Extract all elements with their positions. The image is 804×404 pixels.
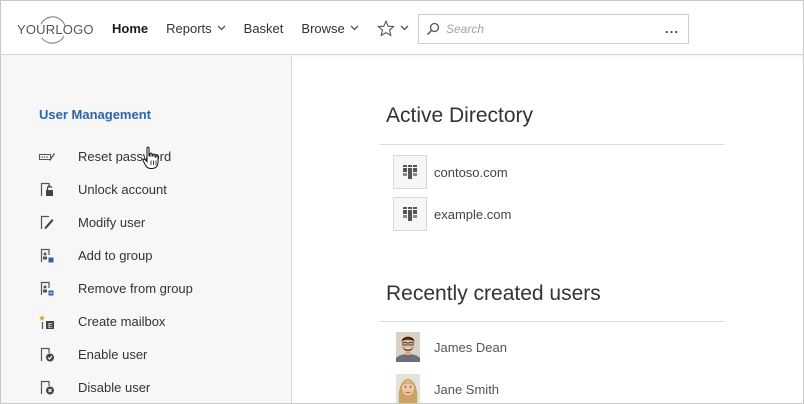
domain-icon xyxy=(393,197,427,231)
remove-from-group-icon xyxy=(39,281,55,297)
domain-label: contoso.com xyxy=(434,164,508,180)
favorites-menu[interactable] xyxy=(376,19,409,37)
user-item-jane-smith[interactable]: Jane Smith xyxy=(396,374,500,403)
nav-reports-label: Reports xyxy=(166,20,212,36)
domain-item-contoso[interactable]: contoso.com xyxy=(393,155,508,189)
sidebar-item-label: Enable user xyxy=(78,347,148,362)
sidebar-item-remove-from-group[interactable]: Remove from group xyxy=(39,272,193,305)
sidebar-item-create-mailbox[interactable]: E Create mailbox xyxy=(39,305,193,338)
add-to-group-icon xyxy=(39,248,55,264)
avatar xyxy=(396,374,420,403)
user-name: Jane Smith xyxy=(434,381,500,397)
nav-home[interactable]: Home xyxy=(112,21,148,36)
nav-home-label: Home xyxy=(112,20,149,36)
nav-reports[interactable]: Reports xyxy=(166,21,226,36)
disable-user-icon xyxy=(39,380,55,396)
logo-text: YOURLOGO xyxy=(17,22,94,37)
hand-cursor-icon xyxy=(142,146,159,169)
reset-password-icon xyxy=(39,149,55,165)
sidebar-item-label: Remove from group xyxy=(78,281,193,296)
user-name: James Dean xyxy=(434,339,507,355)
app-window: YOURLOGO Home Reports Basket Browse Sear… xyxy=(0,0,804,404)
nav-basket-label: Basket xyxy=(243,20,284,36)
star-icon xyxy=(376,19,395,37)
create-mailbox-icon: E xyxy=(39,314,55,330)
domain-item-example[interactable]: example.com xyxy=(393,197,511,231)
svg-text:E: E xyxy=(48,323,53,330)
nav-basket[interactable]: Basket xyxy=(244,21,284,36)
chevron-down-icon xyxy=(350,25,359,31)
domain-icon xyxy=(393,155,427,189)
search-box[interactable]: ... xyxy=(418,14,689,44)
search-icon xyxy=(426,22,440,36)
search-input[interactable] xyxy=(446,22,656,36)
sidebar-item-label: Create mailbox xyxy=(78,314,166,329)
sidebar-item-label: Modify user xyxy=(78,215,146,230)
sidebar-item-unlock-account[interactable]: Unlock account xyxy=(39,173,193,206)
sidebar-title: User Management xyxy=(39,107,151,122)
chevron-down-icon xyxy=(400,25,409,31)
sidebar-item-label: Unlock account xyxy=(78,182,167,197)
sidebar-item-label: Add to group xyxy=(78,248,153,263)
sidebar-item-enable-user[interactable]: Enable user xyxy=(39,338,193,371)
main-nav: Home Reports Basket Browse xyxy=(112,1,409,55)
divider xyxy=(379,321,725,322)
avatar xyxy=(396,332,420,362)
nav-browse[interactable]: Browse xyxy=(301,20,359,36)
unlock-account-icon xyxy=(39,182,55,198)
sidebar-item-add-to-group[interactable]: Add to group xyxy=(39,239,193,272)
active-directory-title: Active Directory xyxy=(386,104,534,127)
sidebar-action-list: Reset password Unlock account Modify use… xyxy=(39,140,193,403)
top-header: YOURLOGO Home Reports Basket Browse Sear… xyxy=(1,1,803,55)
sidebar-item-label: Disable user xyxy=(78,380,151,395)
sidebar-item-disable-user[interactable]: Disable user xyxy=(39,371,193,403)
sidebar: User Management Reset password Unlock ac… xyxy=(1,56,292,403)
user-item-james-dean[interactable]: James Dean xyxy=(396,332,507,362)
enable-user-icon xyxy=(39,347,55,363)
chevron-down-icon xyxy=(217,25,226,31)
nav-browse-label: Browse xyxy=(301,20,345,36)
modify-user-icon xyxy=(39,215,55,231)
main-content: Active Directory contoso.com example.com… xyxy=(293,56,803,403)
sidebar-item-reset-password[interactable]: Reset password xyxy=(39,140,193,173)
domain-label: example.com xyxy=(434,206,512,222)
divider xyxy=(379,144,725,145)
recent-users-title: Recently created users xyxy=(386,282,601,305)
search-options-button[interactable]: ... xyxy=(665,21,679,36)
logo[interactable]: YOURLOGO xyxy=(17,15,94,44)
sidebar-item-modify-user[interactable]: Modify user xyxy=(39,206,193,239)
